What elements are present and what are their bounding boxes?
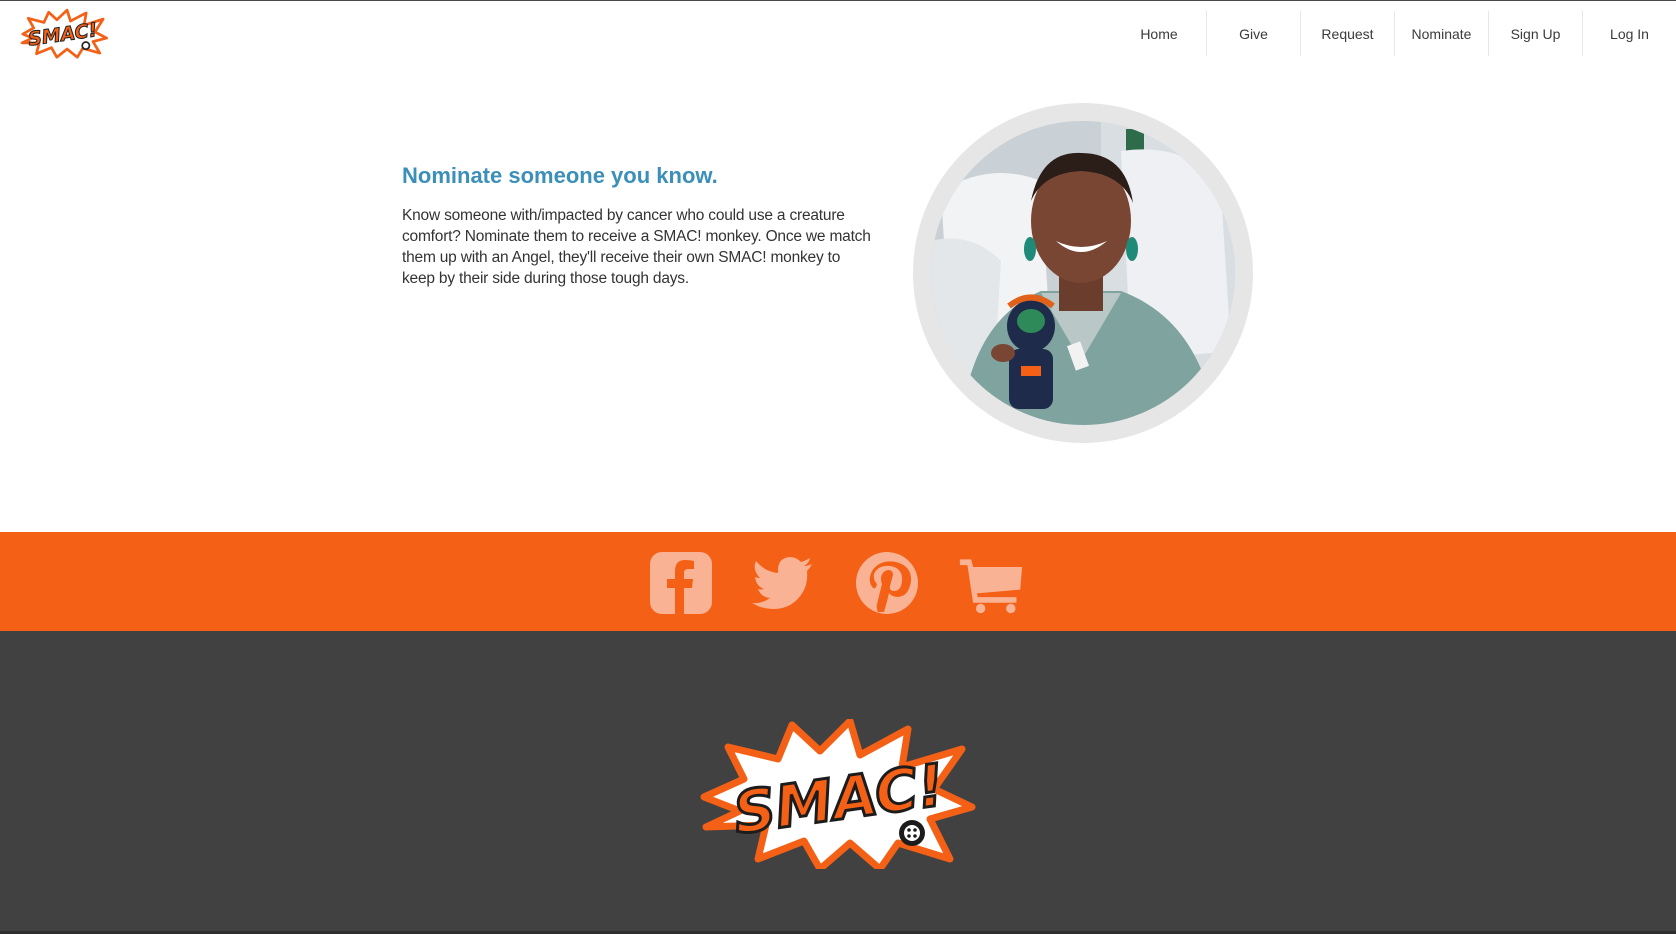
nav-home[interactable]: Home (1112, 11, 1206, 56)
smac-logo-small[interactable]: SMAC! (16, 5, 110, 61)
woman-with-monkey-image (931, 121, 1235, 425)
nominate-section: Nominate someone you know. Know someone … (0, 63, 1676, 532)
nominee-photo (931, 121, 1235, 425)
smac-logo-large[interactable]: SMAC! (700, 719, 976, 869)
nav-log-in[interactable]: Log In (1582, 11, 1676, 56)
main-nav: Home Give Request Nominate Sign Up Log In (1112, 11, 1676, 56)
nav-give[interactable]: Give (1206, 11, 1300, 56)
site-header: SMAC! Home Give Request Nominate Sign Up Log … (0, 1, 1676, 63)
twitter-icon[interactable] (750, 550, 816, 616)
nav-request[interactable]: Request (1300, 11, 1394, 56)
nominate-description: Know someone with/impacted by cancer who… (402, 207, 871, 287)
nav-sign-up[interactable]: Sign Up (1488, 11, 1582, 56)
nav-nominate[interactable]: Nominate (1394, 11, 1488, 56)
page-title: Nominate someone you know. (402, 163, 718, 188)
photo-frame (913, 103, 1253, 443)
site-footer: SMAC! (0, 631, 1676, 934)
pinterest-icon[interactable] (854, 550, 920, 616)
social-bar (0, 532, 1676, 631)
facebook-icon[interactable] (648, 550, 714, 616)
shopping-cart-icon[interactable] (958, 550, 1024, 616)
